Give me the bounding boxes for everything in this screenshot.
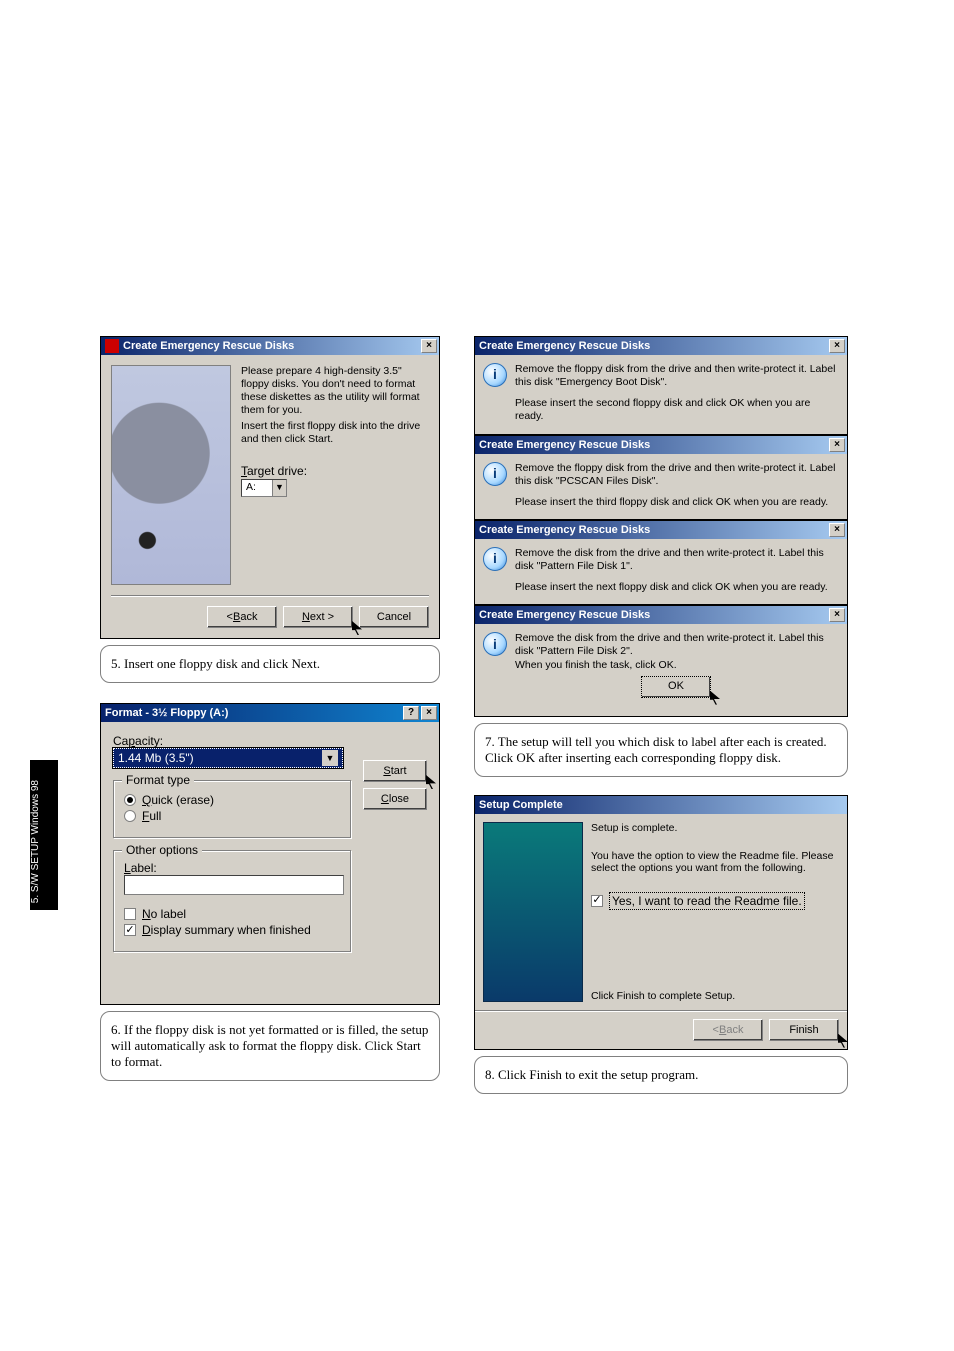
msg1-line1: Remove the floppy disk from the drive an… <box>515 363 837 389</box>
info-icon: i <box>483 363 507 387</box>
msg2-line2: Please insert the third floppy disk and … <box>515 496 837 509</box>
msg3-line2: Please insert the next floppy disk and c… <box>515 581 837 594</box>
target-drive-combo[interactable]: A: ▼ <box>241 479 287 497</box>
other-options-legend: Other options <box>122 843 202 857</box>
setup-line1: Setup is complete. <box>591 822 839 834</box>
wizard-titlebar: Create Emergency Rescue Disks × <box>101 337 439 355</box>
display-summary-checkbox[interactable]: Display summary when finished <box>124 923 340 937</box>
close-icon[interactable]: × <box>829 339 845 353</box>
close-icon[interactable]: × <box>421 706 437 720</box>
msg1-window: Create Emergency Rescue Disks × i Remove… <box>474 336 848 435</box>
radio-icon <box>124 794 136 806</box>
back-button[interactable]: < Back <box>207 606 277 628</box>
msg1-title: Create Emergency Rescue Disks <box>479 340 827 352</box>
back-button: < Back <box>693 1019 763 1041</box>
checkbox-icon <box>591 895 603 907</box>
format-window: Format - 3½ Floppy (A:) ? × Capacity: 1.… <box>100 703 440 1005</box>
format-caption: 6. If the floppy disk is not yet formatt… <box>100 1011 440 1081</box>
wizard-icon <box>105 339 119 353</box>
close-icon[interactable]: × <box>829 608 845 622</box>
ok-button[interactable]: OK <box>641 676 711 698</box>
close-icon[interactable]: × <box>421 339 437 353</box>
msg1-line2: Please insert the second floppy disk and… <box>515 397 837 423</box>
msg3-window: Create Emergency Rescue Disks × i Remove… <box>474 520 848 605</box>
readme-label: Yes, I want to read the Readme file. <box>609 892 805 910</box>
format-titlebar: Format - 3½ Floppy (A:) ? × <box>101 704 439 722</box>
checkbox-icon <box>124 908 136 920</box>
no-label-checkbox[interactable]: No label <box>124 907 340 921</box>
message-stack: Create Emergency Rescue Disks × i Remove… <box>474 336 848 717</box>
label-input[interactable] <box>124 875 344 895</box>
setup-window: Setup Complete Setup is complete. You ha… <box>474 795 848 1050</box>
msg4-title: Create Emergency Rescue Disks <box>479 609 827 621</box>
setup-line2: You have the option to view the Readme f… <box>591 850 839 874</box>
full-radio[interactable]: Full <box>124 809 340 823</box>
msg4-window: Create Emergency Rescue Disks × i Remove… <box>474 605 848 716</box>
msg2-line1: Remove the floppy disk from the drive an… <box>515 462 837 488</box>
setup-title: Setup Complete <box>479 799 845 811</box>
msg3-line1: Remove the disk from the drive and then … <box>515 547 837 573</box>
setup-image <box>483 822 583 1002</box>
capacity-value: 1.44 Mb (3.5") <box>118 751 194 765</box>
chevron-down-icon[interactable]: ▼ <box>272 480 286 496</box>
setup-line3: Click Finish to complete Setup. <box>591 990 839 1002</box>
help-icon[interactable]: ? <box>403 706 419 720</box>
msg2-title: Create Emergency Rescue Disks <box>479 439 827 451</box>
msg3-title: Create Emergency Rescue Disks <box>479 524 827 536</box>
capacity-label: Capacity: <box>113 734 427 748</box>
format-type-legend: Format type <box>122 773 194 787</box>
target-drive-value: A: <box>246 481 272 494</box>
messages-caption: 7. The setup will tell you which disk to… <box>474 723 848 777</box>
chevron-down-icon[interactable]: ▼ <box>322 750 338 766</box>
msg4-line2: When you finish the task, click OK. <box>515 659 837 672</box>
checkbox-icon <box>124 924 136 936</box>
close-button[interactable]: Close <box>363 788 427 810</box>
setup-caption: 8. Click Finish to exit the setup progra… <box>474 1056 848 1094</box>
wizard-window: Create Emergency Rescue Disks × Please p… <box>100 336 440 639</box>
info-icon: i <box>483 462 507 486</box>
next-button[interactable]: Next > <box>283 606 353 628</box>
label-label: Label: <box>124 861 340 875</box>
quick-erase-radio[interactable]: Quick (erase) <box>124 793 340 807</box>
start-button[interactable]: Start <box>363 760 427 782</box>
wizard-title: Create Emergency Rescue Disks <box>123 340 419 352</box>
format-title: Format - 3½ Floppy (A:) <box>105 707 401 719</box>
capacity-combo[interactable]: 1.44 Mb (3.5") ▼ <box>113 748 343 768</box>
msg2-window: Create Emergency Rescue Disks × i Remove… <box>474 435 848 520</box>
msg4-line1: Remove the disk from the drive and then … <box>515 632 837 658</box>
radio-icon <box>124 810 136 822</box>
cancel-button[interactable]: Cancel <box>359 606 429 628</box>
close-icon[interactable]: × <box>829 438 845 452</box>
info-icon: i <box>483 632 507 656</box>
side-tab-label: 5. S/W SETUP Windows 98 <box>30 780 58 903</box>
finish-button[interactable]: Finish <box>769 1019 839 1041</box>
wizard-image <box>111 365 231 585</box>
close-icon[interactable]: × <box>829 523 845 537</box>
readme-checkbox[interactable]: Yes, I want to read the Readme file. <box>591 892 839 910</box>
info-icon: i <box>483 547 507 571</box>
wizard-caption: 5. Insert one floppy disk and click Next… <box>100 645 440 683</box>
